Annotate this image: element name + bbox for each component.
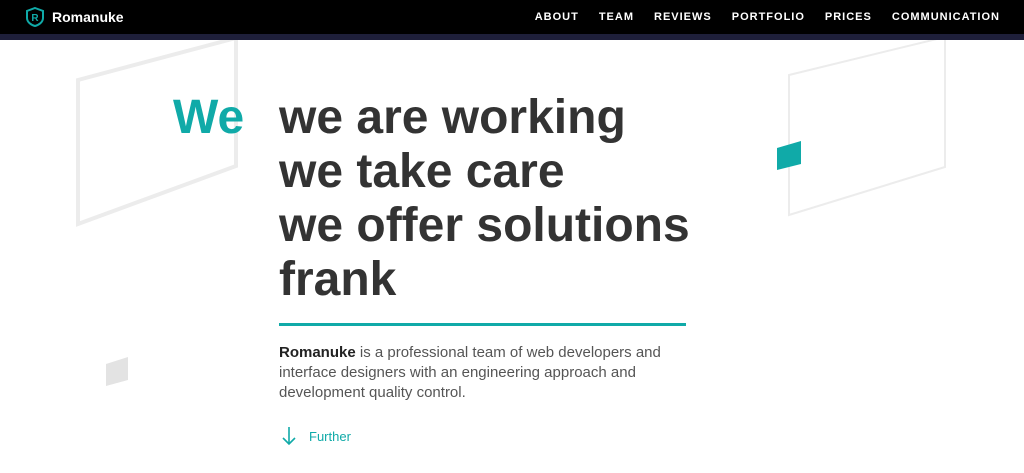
hero-line-3: we offer solutions xyxy=(279,199,690,252)
nav-reviews[interactable]: REVIEWS xyxy=(654,11,712,23)
decor-gray-shape xyxy=(106,357,128,386)
hero-description: Romanuke is a professional team of web d… xyxy=(279,343,679,403)
hero-line-2: we take care xyxy=(279,145,565,198)
hero-lead-word: We xyxy=(173,91,245,144)
hero-line-4: frank xyxy=(279,253,397,306)
accent-divider xyxy=(279,323,686,326)
nav-portfolio[interactable]: PORTFOLIO xyxy=(732,11,805,23)
svg-text:R: R xyxy=(31,13,39,24)
top-navbar: R Romanuke ABOUT TEAM REVIEWS PORTFOLIO … xyxy=(0,0,1024,40)
hero-heading: we are working we take care we offer sol… xyxy=(279,91,690,307)
brand-logo[interactable]: R Romanuke xyxy=(26,7,124,27)
nav-team[interactable]: TEAM xyxy=(599,11,634,23)
further-label: Further xyxy=(309,428,351,444)
main-nav: ABOUT TEAM REVIEWS PORTFOLIO PRICES COMM… xyxy=(535,0,1000,34)
decor-teal-shape xyxy=(777,141,801,170)
decor-right-outline xyxy=(788,35,946,217)
arrow-down-icon xyxy=(282,427,296,446)
description-brand: Romanuke xyxy=(279,344,356,361)
further-link[interactable]: Further xyxy=(281,425,351,447)
nav-communication[interactable]: COMMUNICATION xyxy=(892,11,1000,23)
shield-r-icon: R xyxy=(26,7,44,27)
brand-name: Romanuke xyxy=(52,9,124,25)
nav-prices[interactable]: PRICES xyxy=(825,11,872,23)
hero-line-1: we are working xyxy=(279,91,626,144)
nav-about[interactable]: ABOUT xyxy=(535,11,579,23)
